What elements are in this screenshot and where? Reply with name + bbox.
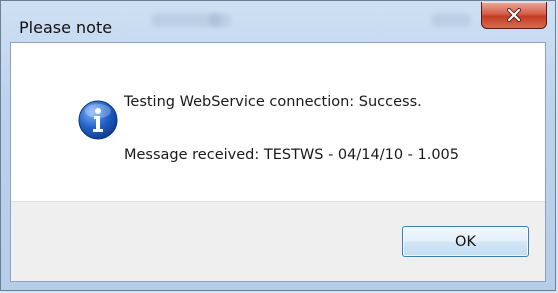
message-area: Testing WebService connection: Success. … xyxy=(11,43,545,201)
close-icon xyxy=(507,8,521,22)
message-line-2: Message received: TESTWS - 04/14/10 - 1.… xyxy=(124,147,460,163)
close-button[interactable] xyxy=(481,2,547,29)
dialog-window: Please note Testing WebService connectio… xyxy=(0,0,556,291)
window-title: Please note xyxy=(19,18,113,37)
background-blur xyxy=(431,13,471,27)
dialog-content: Testing WebService connection: Success. … xyxy=(10,42,546,282)
background-blur xyxy=(209,13,231,27)
button-bar: OK xyxy=(11,201,545,281)
titlebar[interactable]: Please note xyxy=(1,1,555,41)
info-icon xyxy=(78,100,118,140)
ok-button[interactable]: OK xyxy=(402,226,529,257)
message-line-1: Testing WebService connection: Success. xyxy=(124,94,422,110)
